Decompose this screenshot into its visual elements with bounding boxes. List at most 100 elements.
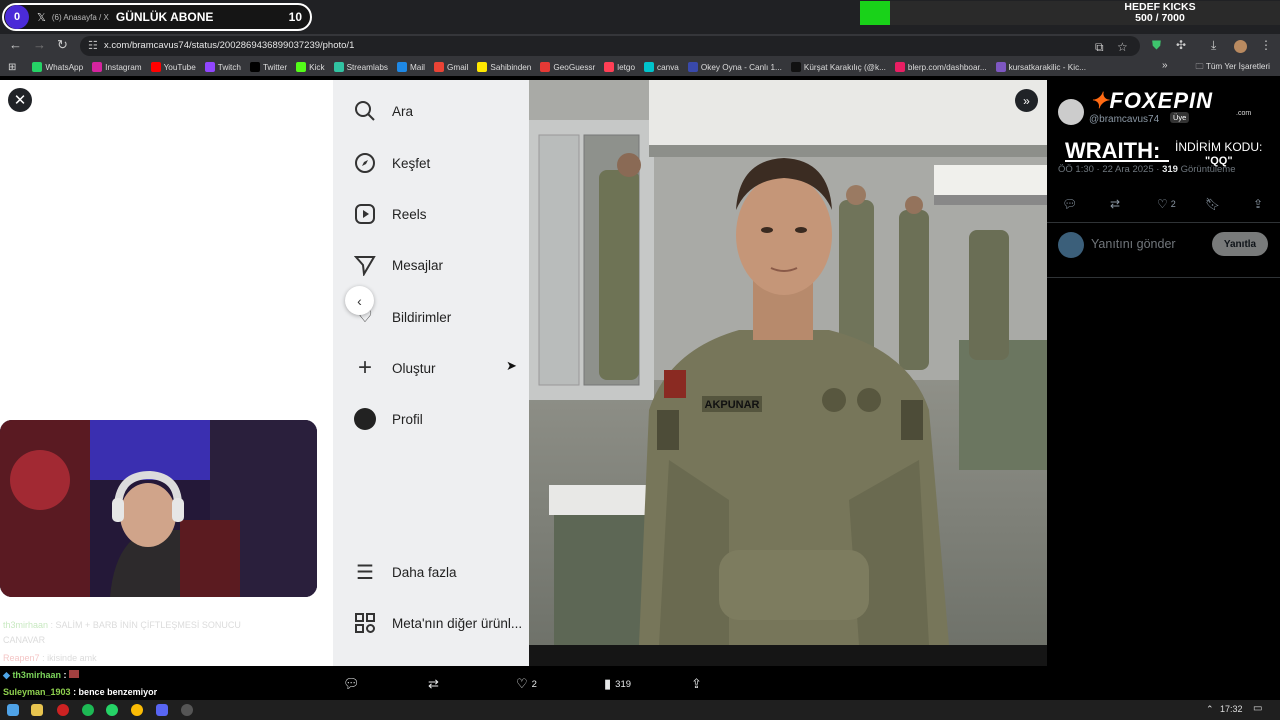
bookmark-item[interactable]: YouTube bbox=[150, 62, 196, 72]
chat-message: : SALİM + BARB İNİN ÇİFTLEŞMESİ SONUCU bbox=[50, 620, 241, 630]
whatsapp-icon bbox=[32, 62, 43, 72]
like-button[interactable]: ♡ 2 bbox=[516, 676, 537, 692]
sidebar-item-meta: Meta'nın diğer ürünl... bbox=[353, 611, 522, 635]
more-bookmarks-icon[interactable]: » bbox=[1162, 60, 1168, 71]
bookmark-item[interactable]: Twitch bbox=[204, 62, 241, 72]
discord-icon[interactable] bbox=[156, 704, 168, 716]
share-icon[interactable]: ⇪ bbox=[691, 676, 702, 692]
bookmark-label: GeoGuessr bbox=[553, 62, 596, 72]
heart-icon: ♡ bbox=[516, 676, 528, 691]
bookmark-item[interactable]: WhatsApp bbox=[32, 62, 83, 72]
bookmark-item[interactable]: Gmail bbox=[434, 62, 468, 72]
previous-image-button[interactable]: ‹ bbox=[345, 286, 374, 315]
chat-message: : bbox=[63, 670, 67, 680]
app-icon[interactable] bbox=[57, 704, 69, 716]
photo-bottom-strip bbox=[529, 645, 1047, 666]
letgo-icon bbox=[604, 62, 615, 72]
bookmark-item[interactable]: Mail bbox=[396, 62, 425, 72]
reply-input[interactable]: Yanıtını gönder bbox=[1091, 237, 1176, 251]
obs-icon[interactable] bbox=[181, 704, 193, 716]
bookmark-item[interactable]: Sahibinden bbox=[477, 62, 531, 72]
sponsor-logo-text: FOXEPIN bbox=[1109, 88, 1214, 113]
sidebar-item-label: Daha fazla bbox=[392, 564, 457, 580]
bookmark-label: YouTube bbox=[163, 62, 196, 72]
site-info-icon[interactable]: ☷ bbox=[88, 39, 98, 52]
mouse-cursor-icon: ➤ bbox=[506, 358, 517, 373]
bookmark-item[interactable]: canva bbox=[644, 62, 679, 72]
reply-icon[interactable]: 💬︎ bbox=[1062, 197, 1077, 211]
bookmark-item[interactable]: Okey Oyna - Canlı 1... bbox=[687, 62, 782, 72]
name-tape-text: AKPUNAR bbox=[705, 399, 760, 411]
retweet-icon[interactable]: ⇄ bbox=[428, 676, 439, 692]
chat-message: CANAVAR bbox=[3, 635, 46, 645]
kick-goal-progress-bar bbox=[860, 1, 890, 25]
notification-icon[interactable]: ▭ bbox=[1253, 703, 1262, 714]
tweet-date[interactable]: 22 Ara 2025 bbox=[1102, 164, 1153, 175]
browser-tab-title[interactable]: (6) Anasayfa / X bbox=[52, 13, 110, 22]
bookmarks-bar: ⊞ WhatsApp Instagram YouTube Twitch Twitter K… bbox=[0, 58, 1280, 76]
close-media-button[interactable]: ✕ bbox=[8, 88, 32, 112]
shield-extension-icon[interactable]: ⛊ bbox=[1152, 38, 1161, 53]
bookmark-label: Streamlabs bbox=[346, 62, 388, 72]
install-icon[interactable]: ⧉ bbox=[1095, 40, 1104, 55]
bookmark-item[interactable]: GeoGuessr bbox=[540, 62, 595, 72]
bar-chart-icon: ▮ bbox=[604, 676, 612, 691]
chevron-double-right-icon: » bbox=[1023, 93, 1030, 108]
bookmark-item[interactable]: Streamlabs bbox=[333, 62, 388, 72]
extensions-puzzle-icon[interactable]: ✣ bbox=[1176, 38, 1186, 52]
like-button[interactable]: ♡ 2 bbox=[1157, 197, 1176, 211]
tweet-photo[interactable]: AKPUNAR bbox=[529, 80, 1047, 645]
views-count: 319 bbox=[615, 678, 632, 690]
share-icon[interactable]: ⇪ bbox=[1253, 197, 1263, 211]
tweet-meta: ÖÖ 1:30 · 22 Ara 2025 · 319 Görüntüleme bbox=[1058, 164, 1236, 175]
url-field[interactable]: ☷ x.com/bramcavus74/status/2002869436899… bbox=[80, 36, 1140, 56]
menu-kebab-icon[interactable]: ⋮ bbox=[1260, 38, 1272, 52]
bookmark-star-icon[interactable]: ☆ bbox=[1117, 40, 1128, 54]
all-bookmarks[interactable]: 🗀 Tüm Yer İşaretleri bbox=[1196, 61, 1271, 75]
bookmark-icon[interactable]: 🔖︎ bbox=[1205, 197, 1220, 211]
chat-message: : ikisinde amk bbox=[42, 653, 97, 663]
bookmark-item[interactable]: Twitter bbox=[249, 62, 287, 72]
bookmark-item[interactable]: blerp.com/dashboar... bbox=[894, 62, 987, 72]
tweet-time[interactable]: ÖÖ 1:30 bbox=[1058, 164, 1094, 175]
bookmark-label: blerp.com/dashboar... bbox=[907, 62, 987, 72]
bookmark-label: Instagram bbox=[105, 62, 142, 72]
sidebar-item-label: Bildirimler bbox=[392, 309, 452, 325]
reload-icon[interactable]: ↻ bbox=[57, 37, 68, 53]
daily-subs-left-count: 0 bbox=[5, 5, 29, 29]
bookmark-item[interactable]: Instagram bbox=[92, 62, 142, 72]
file-explorer-icon[interactable] bbox=[31, 704, 43, 716]
bookmark-item[interactable]: Kürşat Karakılıç (@k... bbox=[790, 62, 886, 72]
spotify-icon[interactable] bbox=[82, 704, 94, 716]
reply-icon[interactable]: 💬︎ bbox=[343, 676, 360, 692]
back-arrow-icon[interactable]: ← bbox=[9, 37, 22, 52]
sidebar-item-label: Meta'nın diğer ürünl... bbox=[392, 615, 523, 631]
blerp-icon bbox=[894, 62, 905, 72]
bookmark-item[interactable]: letgo bbox=[604, 62, 635, 72]
url-text[interactable]: x.com/bramcavus74/status/200286943689903… bbox=[104, 40, 354, 51]
sidebar-item-daha-fazla: ☰ Daha fazla bbox=[353, 560, 457, 584]
forward-arrow-icon[interactable]: → bbox=[33, 37, 46, 52]
bookmark-item[interactable]: kursatkarakilic - Kic... bbox=[995, 62, 1086, 72]
profile-icon bbox=[353, 407, 377, 431]
bookmark-item[interactable]: Kick bbox=[296, 62, 325, 72]
discount-label: İNDİRİM KODU: bbox=[1175, 140, 1263, 154]
daily-subs-label: GÜNLÜK ABONE bbox=[115, 10, 214, 24]
browser-address-bar: ← → ↻ ☷ x.com/bramcavus74/status/2002869… bbox=[0, 34, 1280, 58]
author-avatar[interactable] bbox=[1058, 99, 1084, 125]
tray-chevron-icon[interactable]: ⌃ bbox=[1206, 704, 1214, 715]
clock[interactable]: 17:32 bbox=[1220, 704, 1243, 714]
views-button[interactable]: ▮ 319 bbox=[604, 676, 631, 692]
chat-line: Reapen7 : ikisinde amk bbox=[3, 653, 97, 663]
download-icon[interactable]: ⤓ bbox=[1211, 38, 1216, 53]
expand-panel-button[interactable]: » bbox=[1015, 89, 1038, 112]
author-handle[interactable]: @bramcavus74 bbox=[1089, 114, 1159, 125]
retweet-icon[interactable]: ⇄ bbox=[1110, 197, 1120, 211]
profile-avatar-icon[interactable] bbox=[1234, 40, 1247, 53]
whatsapp-icon[interactable] bbox=[106, 704, 118, 716]
compass-icon bbox=[353, 151, 377, 175]
windows-start-icon[interactable] bbox=[7, 704, 19, 716]
reply-submit-button[interactable]: Yanıtla bbox=[1212, 232, 1268, 256]
apps-grid-icon[interactable]: ⊞ bbox=[8, 62, 16, 73]
chrome-icon[interactable] bbox=[131, 704, 143, 716]
